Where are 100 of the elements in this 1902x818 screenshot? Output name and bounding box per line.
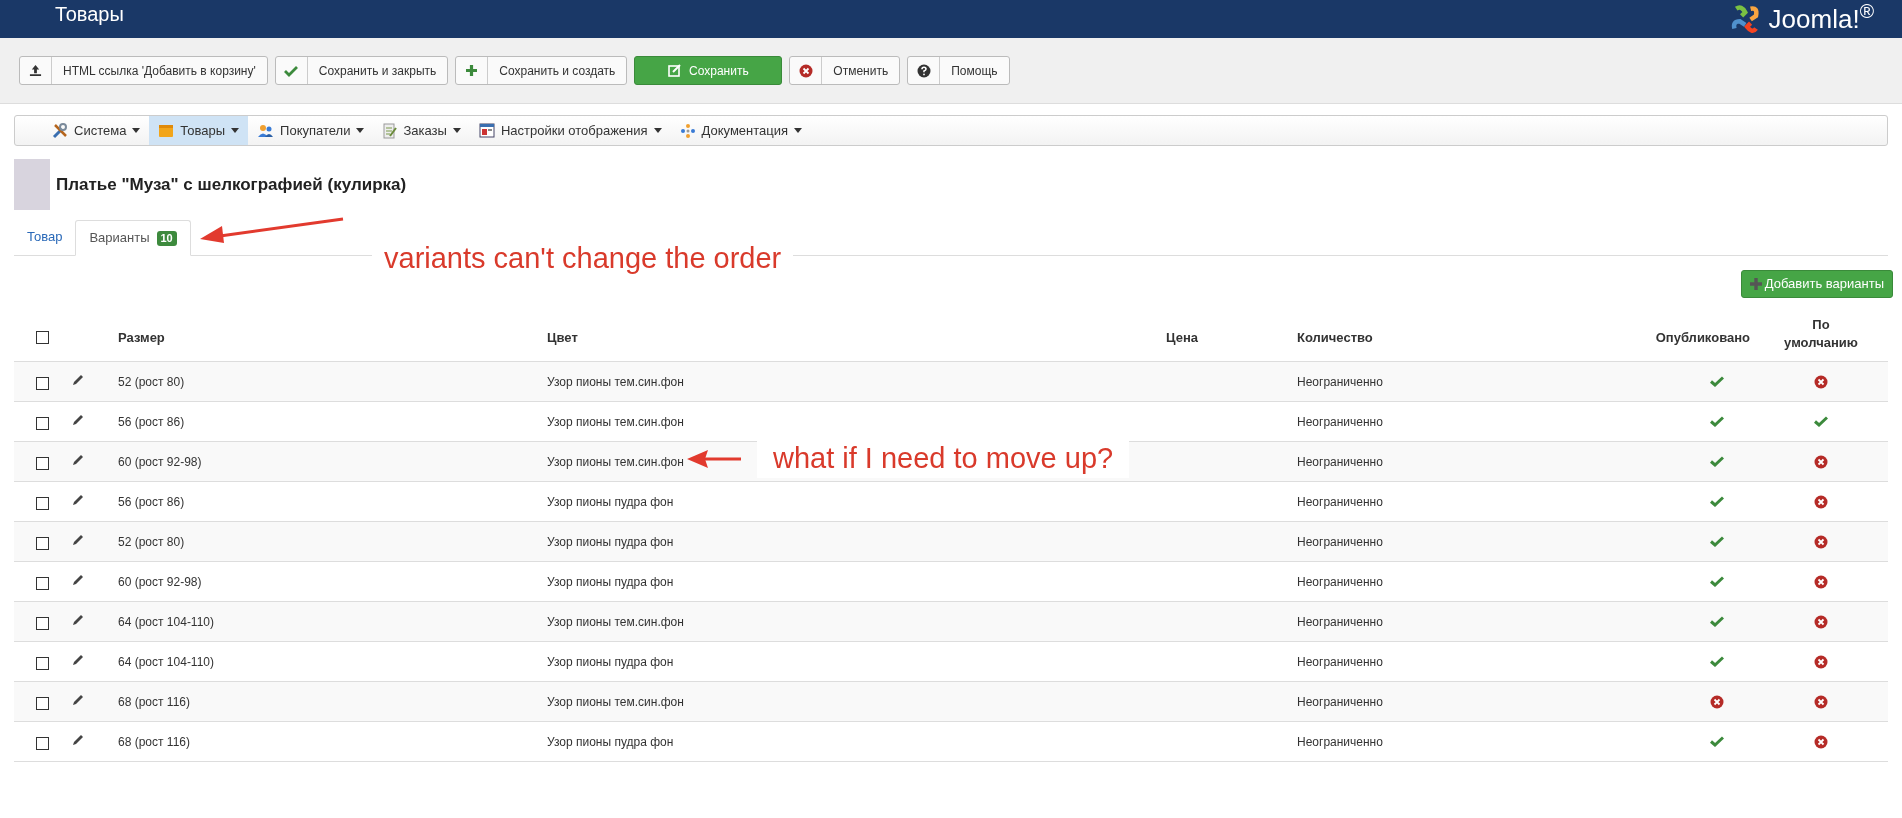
check-icon[interactable] bbox=[1710, 576, 1724, 587]
menu-item[interactable]: Покупатели bbox=[248, 116, 374, 145]
cross-circle-icon[interactable] bbox=[1814, 734, 1828, 749]
edit-icon[interactable] bbox=[72, 493, 84, 506]
check-icon[interactable] bbox=[1710, 376, 1724, 387]
checkbox[interactable] bbox=[35, 417, 49, 430]
toolbar-button[interactable]: Помощь bbox=[907, 56, 1010, 85]
checkbox[interactable] bbox=[35, 657, 49, 670]
cross-circle-icon[interactable] bbox=[1814, 654, 1828, 669]
logo-text: Joomla!$^{®}$ bbox=[1768, 4, 1874, 34]
check-icon[interactable] bbox=[1710, 456, 1724, 467]
upload-icon bbox=[29, 64, 42, 77]
checkbox[interactable] bbox=[35, 697, 49, 710]
column-header: Цвет bbox=[547, 328, 579, 347]
menu-item[interactable]: Документация bbox=[670, 116, 812, 145]
edit-icon[interactable] bbox=[72, 653, 84, 666]
table-cell: 64 (рост 104-110) bbox=[118, 614, 214, 629]
checkbox[interactable] bbox=[35, 577, 49, 590]
toolbar-button[interactable]: Сохранить и создать bbox=[455, 56, 628, 85]
table-cell: Узор пионы тем.син.фон bbox=[547, 614, 684, 629]
edit-icon[interactable] bbox=[72, 613, 84, 626]
table-cell: Узор пионы тем.син.фон bbox=[547, 374, 684, 389]
cross-circle-icon[interactable] bbox=[1814, 694, 1828, 709]
tab[interactable]: Варианты 10 bbox=[75, 220, 191, 256]
table-cell: 68 (рост 116) bbox=[118, 694, 190, 709]
check-icon[interactable] bbox=[1710, 736, 1724, 747]
caret-icon bbox=[356, 128, 365, 133]
table-cell: Неограниченно bbox=[1297, 574, 1383, 589]
check-icon[interactable] bbox=[1710, 656, 1724, 667]
count-badge: 10 bbox=[156, 230, 177, 246]
table-cell: 68 (рост 116) bbox=[118, 734, 190, 749]
arrow bbox=[686, 449, 742, 469]
edit-icon[interactable] bbox=[72, 373, 84, 386]
check-icon[interactable] bbox=[1710, 416, 1724, 427]
column-header: Размер bbox=[118, 328, 166, 347]
window-icon bbox=[478, 123, 495, 138]
table-cell: Узор пионы тем.син.фон bbox=[547, 694, 684, 709]
tools-icon bbox=[52, 122, 68, 139]
gear-icon bbox=[679, 122, 696, 139]
cross-circle-icon[interactable] bbox=[1814, 614, 1828, 629]
toolbar-button[interactable]: Отменить bbox=[789, 56, 901, 85]
edit-icon bbox=[668, 64, 682, 77]
checkbox[interactable] bbox=[35, 497, 49, 510]
cross-circle-icon[interactable] bbox=[1710, 694, 1724, 709]
column-header: Опубликовано bbox=[1655, 328, 1750, 347]
checkbox[interactable] bbox=[35, 331, 49, 344]
cross-circle-icon[interactable] bbox=[1814, 534, 1828, 549]
table-cell: Узор пионы пудра фон bbox=[547, 574, 674, 589]
table-cell: Неограниченно bbox=[1297, 614, 1383, 629]
cancel-icon bbox=[798, 63, 813, 78]
photo-placeholder bbox=[14, 159, 50, 210]
check-icon[interactable] bbox=[1814, 416, 1828, 427]
table-cell: Узор пионы пудра фон bbox=[547, 494, 674, 509]
table-cell: 56 (рост 86) bbox=[118, 494, 185, 509]
document-icon bbox=[382, 122, 398, 139]
edit-icon[interactable] bbox=[72, 733, 84, 746]
tab[interactable]: Товар bbox=[14, 219, 76, 255]
toolbar-button[interactable]: Сохранить и закрыть bbox=[274, 56, 449, 85]
checkbox[interactable] bbox=[35, 537, 49, 550]
check-icon[interactable] bbox=[1710, 496, 1724, 507]
plus-icon bbox=[1749, 278, 1762, 290]
checkbox[interactable] bbox=[35, 617, 49, 630]
folder-icon bbox=[158, 122, 175, 139]
table-cell: Неограниченно bbox=[1297, 414, 1383, 429]
table-cell: Неограниченно bbox=[1297, 454, 1383, 469]
table-cell: 60 (рост 92-98) bbox=[118, 574, 202, 589]
product-title: Платье "Муза" с шелкографией (кулирка) bbox=[56, 173, 407, 196]
cross-circle-icon[interactable] bbox=[1814, 454, 1828, 469]
menu-item[interactable]: Заказы bbox=[373, 116, 470, 145]
caret-icon bbox=[132, 128, 141, 133]
help-icon bbox=[916, 63, 931, 78]
cross-circle-icon[interactable] bbox=[1814, 374, 1828, 389]
check-icon[interactable] bbox=[1710, 616, 1724, 627]
table-cell: 56 (рост 86) bbox=[118, 414, 185, 429]
caret-icon bbox=[231, 128, 240, 133]
checkbox[interactable] bbox=[35, 377, 49, 390]
table-cell: Неограниченно bbox=[1297, 534, 1383, 549]
table-cell: Узор пионы пудра фон bbox=[547, 654, 674, 669]
checkbox[interactable] bbox=[35, 457, 49, 470]
caret-icon bbox=[794, 128, 803, 133]
toolbar-button[interactable]: HTML ссылка 'Добавить в корзину' bbox=[19, 56, 268, 85]
edit-icon[interactable] bbox=[72, 533, 84, 546]
table-cell: Неограниченно bbox=[1297, 374, 1383, 389]
table-cell: Узор пионы пудра фон bbox=[547, 534, 674, 549]
menu-item[interactable]: Товары bbox=[149, 116, 249, 145]
edit-icon[interactable] bbox=[72, 573, 84, 586]
checkbox[interactable] bbox=[35, 737, 49, 750]
table-cell: Узор пионы пудра фон bbox=[547, 734, 674, 749]
menu-item[interactable]: Настройки отображения bbox=[469, 116, 671, 145]
edit-icon[interactable] bbox=[72, 413, 84, 426]
check-icon[interactable] bbox=[1710, 536, 1724, 547]
cross-circle-icon[interactable] bbox=[1814, 494, 1828, 509]
edit-icon[interactable] bbox=[72, 453, 84, 466]
cross-circle-icon[interactable] bbox=[1814, 574, 1828, 589]
table-cell: Узор пионы тем.син.фон bbox=[547, 454, 684, 469]
check-icon bbox=[284, 64, 299, 77]
edit-icon[interactable] bbox=[72, 693, 84, 706]
column-header: Цена bbox=[1166, 328, 1198, 347]
column-header: По умолчанию bbox=[1783, 315, 1859, 352]
menu-item[interactable]: Система bbox=[43, 116, 150, 145]
